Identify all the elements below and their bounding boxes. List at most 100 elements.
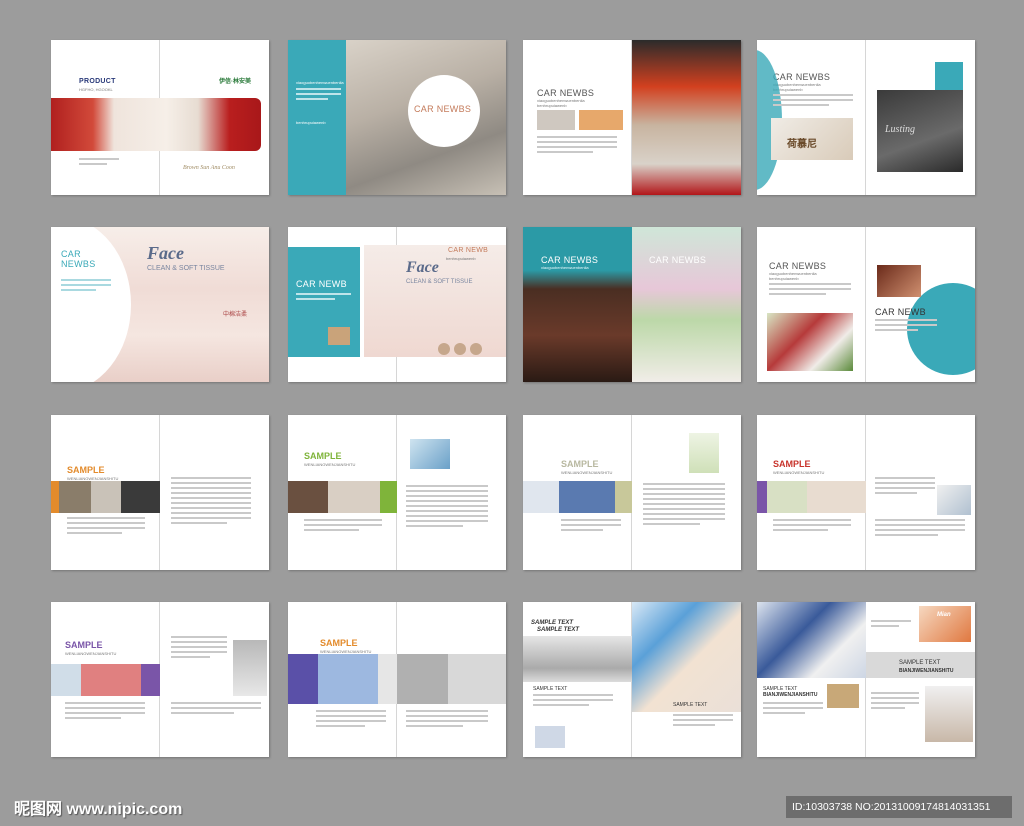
body-text (533, 694, 613, 709)
face-brand: Face (406, 259, 439, 276)
body-text (763, 702, 823, 717)
sample-heading: SAMPLE (65, 640, 103, 650)
body-text-right (875, 319, 937, 334)
body-text-right (871, 620, 911, 630)
pack-brand: Mian (937, 612, 951, 618)
dot-1 (438, 343, 450, 355)
event-photo (767, 313, 853, 371)
sample-text-1: SAMPLE TEXT (531, 620, 574, 626)
spread-heading-2: benhrupuiawenb (446, 256, 476, 261)
body-text-right (673, 714, 733, 729)
body-text-right (875, 477, 935, 497)
brochure-spread-4: CAR NEWBS xiaoguobenhenwuenbenlia benhru… (757, 40, 975, 195)
body-text-right (406, 485, 488, 530)
sample-heading: SAMPLE (67, 465, 105, 475)
tissue-box-photo (410, 439, 450, 469)
body-text-right (406, 710, 488, 730)
color-band (757, 481, 866, 513)
spread-title: CAR NEWBS (769, 261, 827, 271)
body-text-right (171, 477, 251, 527)
sample-text-3: SAMPLE TEXT (533, 686, 568, 692)
drink-photo (689, 433, 719, 473)
body-text (67, 517, 145, 537)
body-text (537, 136, 617, 156)
spread-title-left: CAR NEWBS (541, 255, 599, 265)
dining-photo (523, 636, 632, 682)
teal-block-1 (935, 62, 963, 90)
tissue-photo (51, 98, 261, 151)
spread-heading: xiaoguobenhenwuenbenlia (541, 265, 589, 270)
flower-photo (632, 227, 741, 382)
brochure-spread-10: SAMPLE WENLIANGWENJIANSHITU (288, 415, 506, 570)
brand-logo: 伊信·林安美 (219, 79, 251, 85)
spread-title-right: CAR NEWBS (649, 255, 707, 265)
face-cn: 中棉洁柔 (223, 312, 248, 318)
color-band (523, 481, 632, 513)
body-text (304, 519, 382, 534)
sample-subheading: WENLIANGWENJIANSHITU (773, 470, 825, 475)
face-tagline: CLEAN & SOFT TISSUE (406, 279, 473, 285)
body-text-right-2 (171, 702, 261, 717)
spread-heading: xiaoguobenhenwuenbenlia (296, 80, 344, 85)
brochure-spread-13: SAMPLE WENLIANGWENJIANSHITU (51, 602, 269, 757)
sample-text-2: SAMPLE TEXT (899, 660, 941, 666)
people-photo (937, 485, 971, 515)
dot-2 (454, 343, 466, 355)
photo-small (827, 684, 859, 708)
color-band (288, 481, 397, 513)
lobby-photo (632, 40, 741, 195)
spread-title-2: CAR NEWB (875, 307, 926, 317)
brochure-spread-9: SAMPLE WENLIANGWENJIANSHITU (51, 415, 269, 570)
body-text-right (171, 636, 227, 661)
spread-title-line-2: NEWBS (61, 259, 96, 269)
color-band (288, 654, 506, 704)
face-brand: Face (147, 243, 184, 263)
brochure-spread-11: SAMPLE WENLIANGWENJIANSHITU (523, 415, 741, 570)
spine (865, 40, 866, 195)
id-watermark: ID:10303738 NO:20131009174814031351 (786, 796, 1012, 818)
product-script: Lusting (885, 124, 916, 135)
room-photo (233, 640, 267, 696)
spread-title: CAR NEWBS (773, 72, 831, 82)
body-text (561, 519, 621, 534)
spread-title: CAR NEWBS (414, 104, 472, 114)
photo-small-2 (579, 110, 623, 130)
spine (865, 227, 866, 382)
body-text-right (643, 483, 725, 528)
people-photo (925, 686, 973, 742)
sample-subheading: WENLIANGWENJIANSHITU (561, 470, 613, 475)
body-text (769, 283, 851, 298)
body-text (773, 519, 851, 534)
photo-inset (328, 327, 350, 345)
photo-small (535, 726, 565, 748)
brochure-spread-1: PRODUCT HGFHO, HGOOKL 伊信·林安美 Brown Sun A… (51, 40, 269, 195)
brochure-spread-2: CAR NEWBS xiaoguobenhenwuenbenlia benhru… (288, 40, 506, 195)
sample-heading: SAMPLE (773, 459, 811, 469)
spread-title: CAR NEWB (296, 279, 347, 289)
sample-text-2: SAMPLE TEXT (537, 627, 580, 633)
sample-heading: SAMPLE (304, 451, 342, 461)
brochure-spread-16: SAMPLE TEXT BIANJIWENJIANSHITU Mian SAMP… (757, 602, 975, 757)
sample-text-2b: BIANJIWENJIANSHITU (899, 668, 954, 674)
brochure-spread-8: CAR NEWBS xiaoguobenhenwuenbenlia benhru… (757, 227, 975, 382)
color-band (51, 481, 160, 513)
sample-subheading: WENLIANGWENJIANSHITU (65, 651, 117, 656)
product-logo: 荷慕尼 (787, 139, 817, 150)
body-text-right-2 (871, 692, 919, 712)
brand-script: Brown Sun Anu Coon (183, 165, 235, 171)
body-text (296, 293, 351, 303)
brochure-spread-12: SAMPLE WENLIANGWENJIANSHITU (757, 415, 975, 570)
product-title: PRODUCT (79, 78, 116, 85)
color-band (51, 664, 160, 696)
body-text (773, 94, 853, 109)
spread-heading-2: benhrupuiawenb (296, 120, 326, 125)
brochure-spread-7: CAR NEWBS CAR NEWBS xiaoguobenhenwuenben… (523, 227, 741, 382)
body-text (316, 710, 386, 730)
body-text (61, 279, 111, 294)
body-text (296, 88, 341, 103)
brochure-spread-6: CAR NEWB CAR NEWB benhrupuiawenb Face CL… (288, 227, 506, 382)
sample-subheading: WENLIANGWENJIANSHITU (304, 462, 356, 467)
sample-text-1b: BIANJIWENJIANSHITU (763, 692, 818, 698)
spread-heading-2: benhrupuiawenb (537, 103, 567, 108)
photo-small (877, 265, 921, 297)
